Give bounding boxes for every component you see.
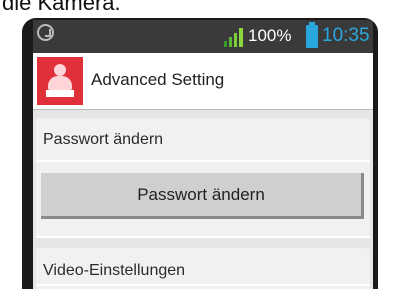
- user-settings-icon: [37, 57, 83, 105]
- battery-icon: [306, 22, 318, 48]
- sync-icon: [37, 24, 54, 41]
- page-title: Advanced Setting: [91, 70, 225, 89]
- battery-percent: 100%: [248, 26, 292, 45]
- document-caption: die Kamera.: [2, 0, 121, 15]
- password-section-title: Passwort ändern: [43, 131, 164, 148]
- password-section-header[interactable]: Passwort ändern: [36, 118, 370, 162]
- signal-icon: [224, 28, 243, 47]
- phone-frame: 100% 10:35 Advanced Setting Passwort änd…: [22, 18, 378, 289]
- change-password-button[interactable]: Passwort ändern: [41, 173, 364, 219]
- clock: 10:35: [322, 25, 370, 46]
- video-section-title: Video-Einstellungen: [43, 262, 186, 279]
- app-header: Advanced Setting: [33, 53, 373, 110]
- app-screen: 100% 10:35 Advanced Setting Passwort änd…: [33, 20, 373, 289]
- divider: [36, 284, 370, 286]
- password-section: Passwort ändern Passwort ändern: [36, 118, 370, 238]
- divider: [36, 236, 370, 238]
- status-bar: 100% 10:35: [33, 20, 373, 53]
- video-section[interactable]: Video-Einstellungen: [36, 248, 370, 289]
